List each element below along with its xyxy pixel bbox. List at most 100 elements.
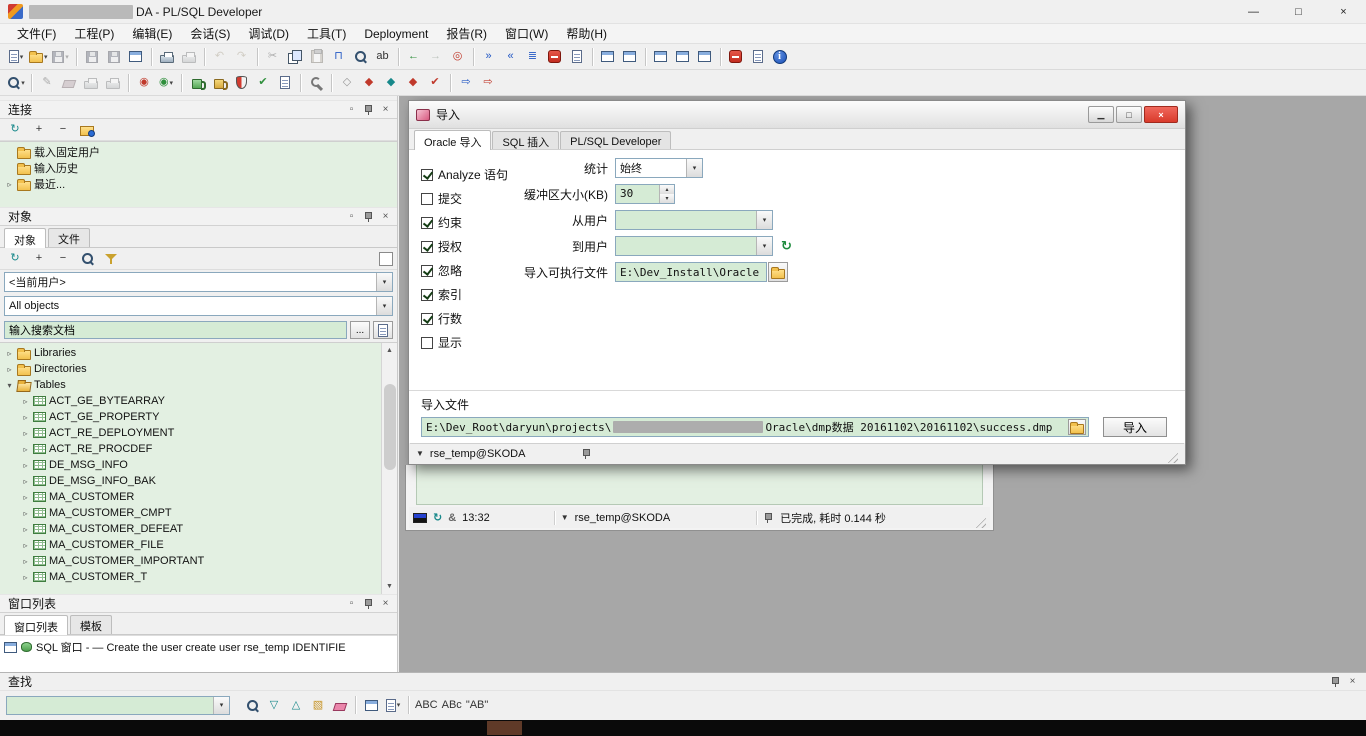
clear-highlight-icon[interactable] [329,694,351,716]
stamp-icon[interactable]: ◉ [133,72,155,94]
results-window-icon[interactable] [360,694,382,716]
dialog-minimize-button[interactable]: ▁ [1088,106,1114,123]
result-area[interactable] [416,465,983,505]
menu-deployment[interactable]: Deployment [355,25,437,43]
tree-item[interactable]: ▹ ACT_GE_BYTEARRAY [0,393,381,409]
cascade-windows-icon[interactable] [672,46,694,68]
forward-icon[interactable]: → [425,46,447,68]
spin-down-icon[interactable]: ▾ [660,194,674,203]
tab-sql-insert[interactable]: SQL 插入 [492,131,560,149]
breakpoint-off-icon[interactable]: ◇ [336,72,358,94]
close-panel-button[interactable]: × [1345,675,1360,689]
minimize-button[interactable]: — [1231,0,1276,24]
describe-icon[interactable] [274,72,296,94]
eraser-icon[interactable] [58,72,80,94]
menu-tools[interactable]: 工具(T) [298,23,355,44]
statistics-combo[interactable]: 始终 ▾ [615,158,703,178]
menu-edit[interactable]: 编辑(E) [123,23,181,44]
highlight-icon[interactable]: ▧ [307,694,329,716]
menu-debug[interactable]: 调试(D) [239,23,298,44]
tab-files[interactable]: 文件 [48,228,90,247]
find-next-icon[interactable] [241,694,263,716]
taskbar-item[interactable] [487,721,522,735]
back-icon[interactable]: ← [403,46,425,68]
current-user-combo[interactable]: <当前用户> ▾ [4,272,393,292]
direction-up-icon[interactable]: △ [285,694,307,716]
tree-item[interactable]: ▹ MA_CUSTOMER_IMPORTANT [0,553,381,569]
search-input[interactable] [4,321,347,339]
chevron-down-icon[interactable]: ▾ [756,237,772,255]
new-icon[interactable]: ▾ [5,46,27,68]
sort-icon[interactable]: ≣ [522,46,544,68]
tile-windows-icon[interactable] [650,46,672,68]
tree-item[interactable]: ▹ MA_CUSTOMER_T [0,569,381,585]
menu-file[interactable]: 文件(F) [8,23,65,44]
redo-icon[interactable]: ↷ [231,46,253,68]
log-icon[interactable] [566,46,588,68]
tree-item[interactable]: ▹ ACT_GE_PROPERTY [0,409,381,425]
find-object-icon[interactable] [76,248,98,270]
refresh-users-icon[interactable]: ↻ [781,238,792,254]
pin-button[interactable] [361,103,376,117]
checkbox[interactable] [421,336,433,349]
record-stop-icon[interactable] [725,46,747,68]
navigator-icon[interactable]: ◎ [447,46,469,68]
print-icon[interactable] [156,46,178,68]
commit-icon[interactable] [186,72,208,94]
tree-item[interactable]: ▹ Libraries [0,345,381,361]
step-into-icon[interactable]: ⇨ [455,72,477,94]
window-list-icon[interactable] [619,46,641,68]
scroll-up-icon[interactable]: ▲ [382,343,398,358]
tree-item[interactable]: ▹ MA_CUSTOMER_FILE [0,537,381,553]
tree-item[interactable]: ▹ MA_CUSTOMER_CMPT [0,505,381,521]
pin-button[interactable] [361,597,376,611]
copy-icon[interactable] [284,46,306,68]
indexes-checkbox[interactable]: 索引 [421,286,508,303]
tab-templates[interactable]: 模板 [70,615,112,634]
more-button[interactable]: ... [350,321,370,339]
zoom-icon[interactable]: ▾ [5,72,27,94]
to-user-combo[interactable]: ▾ [615,236,773,256]
tab-window-list[interactable]: 窗口列表 [4,615,68,635]
clamp-icon[interactable]: ⊓ [328,46,350,68]
resize-grip[interactable] [1165,450,1178,463]
compile-icon[interactable] [230,72,252,94]
auto-refresh-icon[interactable]: ↻ [433,511,442,524]
close-panel-button[interactable]: × [378,103,393,117]
tree-item[interactable]: ▹ MA_CUSTOMER [0,489,381,505]
menu-help[interactable]: 帮助(H) [557,23,616,44]
object-filter-combo[interactable]: All objects ▾ [4,296,393,316]
tree-item[interactable]: ▹ DE_MSG_INFO [0,457,381,473]
match-case-icon[interactable]: ABc [440,694,464,716]
chevron-down-icon[interactable]: ▾ [376,297,392,315]
save-all-icon[interactable] [103,46,125,68]
import-file-input[interactable]: E:\Dev_Root\daryun\projects\ Oracle\dmp数… [421,417,1089,437]
chevron-down-icon[interactable]: ▾ [213,696,229,714]
close-button[interactable]: × [1321,0,1366,24]
undo-icon[interactable]: ↶ [209,46,231,68]
pin-button[interactable] [361,210,376,224]
from-user-combo[interactable]: ▾ [615,210,773,230]
browse-file-button[interactable] [1068,419,1086,435]
dialog-titlebar[interactable]: 导入 ▁ □ × [409,101,1185,129]
tree-item[interactable]: 输入历史 [0,160,397,176]
refresh-connections-icon[interactable]: ↻ [4,119,26,141]
tree-item[interactable]: ▹ DE_MSG_INFO_BAK [0,473,381,489]
browse-executable-button[interactable] [768,262,788,282]
checkbox[interactable] [421,312,433,325]
run-icon[interactable]: ⇨ [477,72,499,94]
scrollbar-thumb[interactable] [383,384,396,470]
test-icon[interactable]: ✔ [424,72,446,94]
close-panel-button[interactable]: × [378,210,393,224]
resize-grip[interactable] [973,515,986,528]
breakpoint-icon[interactable]: ◆ [358,72,380,94]
float-button[interactable]: ▫ [344,103,359,117]
find-input[interactable]: ▾ [6,695,230,715]
pin-icon[interactable] [581,448,592,459]
tab-oracle-import[interactable]: Oracle 导入 [414,130,492,150]
save-icon[interactable] [81,46,103,68]
watch-icon[interactable]: ◆ [380,72,402,94]
menu-window[interactable]: 窗口(W) [496,23,557,44]
scroll-down-icon[interactable]: ▼ [382,579,398,594]
remove-connection-icon[interactable]: − [52,119,74,141]
